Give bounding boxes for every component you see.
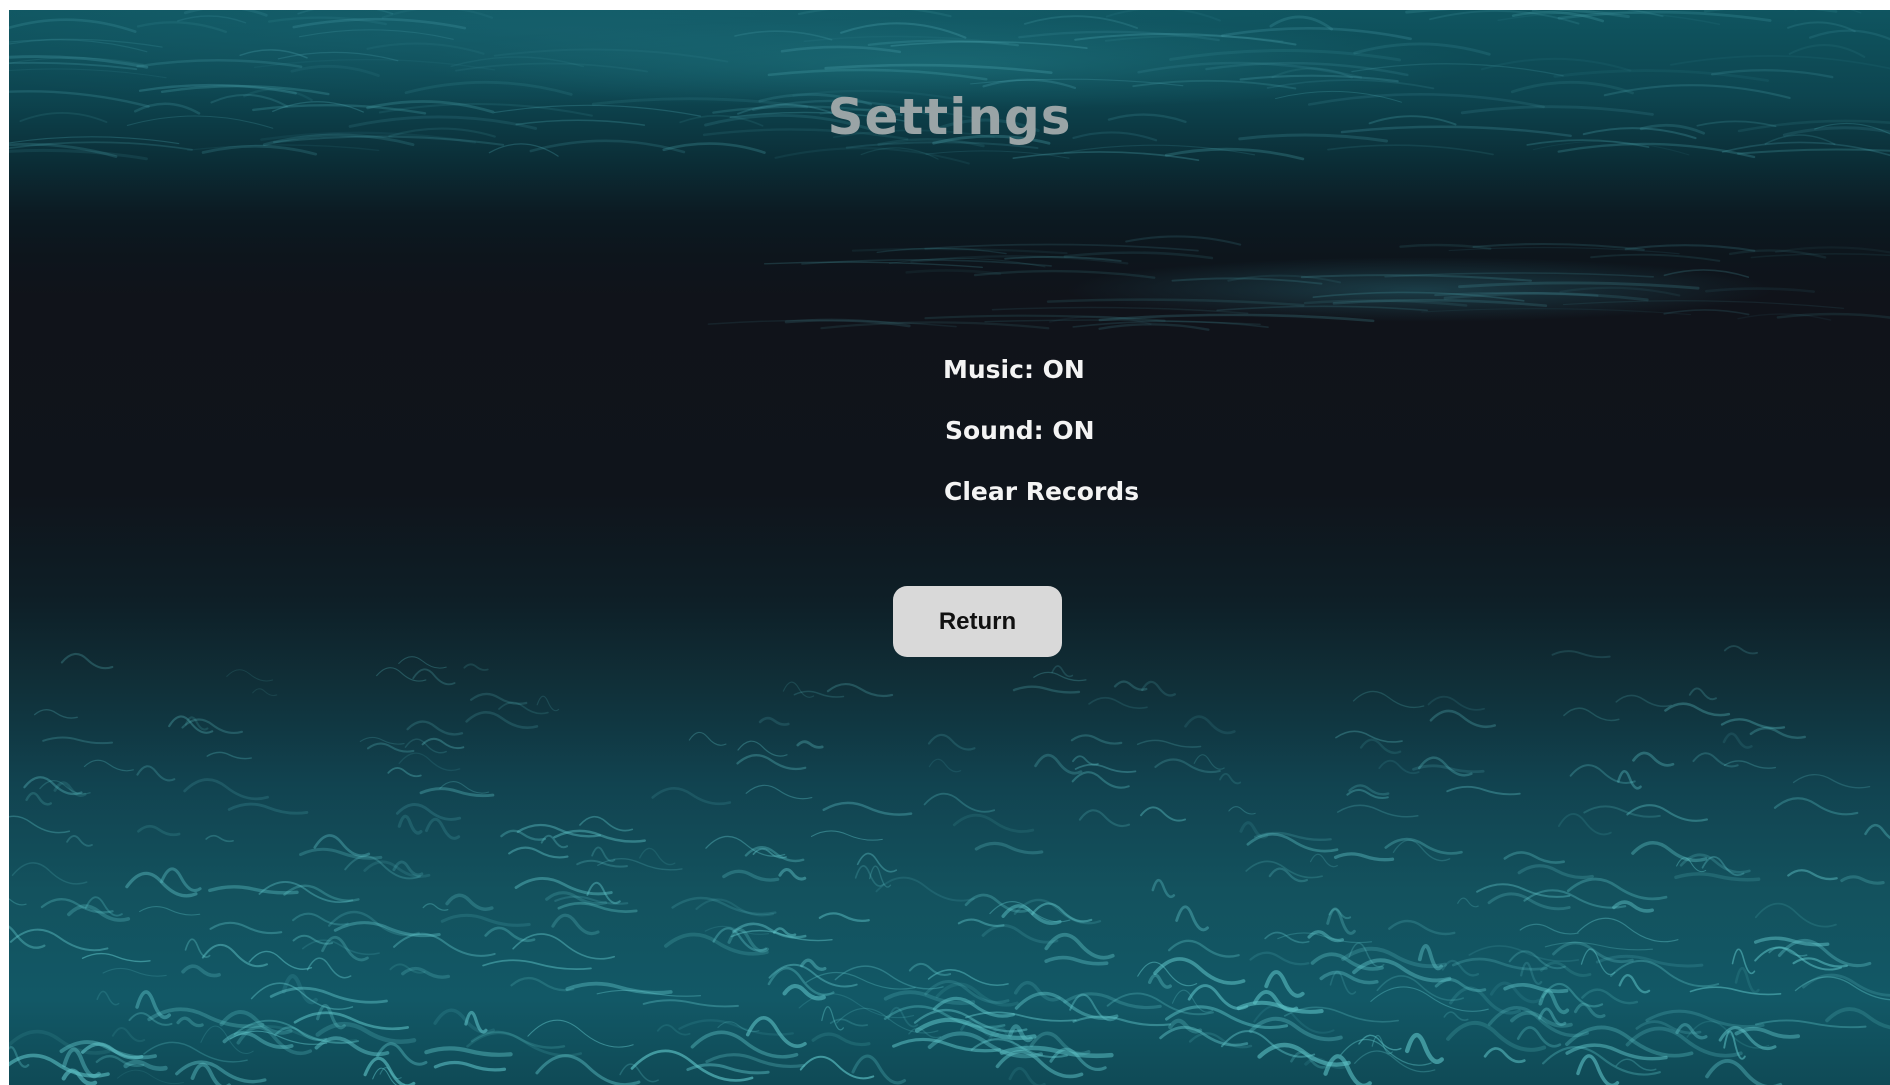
sound-toggle[interactable]: Sound: ON xyxy=(945,416,1095,445)
return-button[interactable]: Return xyxy=(893,586,1062,657)
music-toggle[interactable]: Music: ON xyxy=(943,355,1085,384)
underwater-background xyxy=(9,10,1890,1085)
page-title: Settings xyxy=(827,88,1072,146)
settings-screen: Settings Music: ON Sound: ON Clear Recor… xyxy=(9,10,1890,1085)
clear-records-button[interactable]: Clear Records xyxy=(944,477,1139,506)
